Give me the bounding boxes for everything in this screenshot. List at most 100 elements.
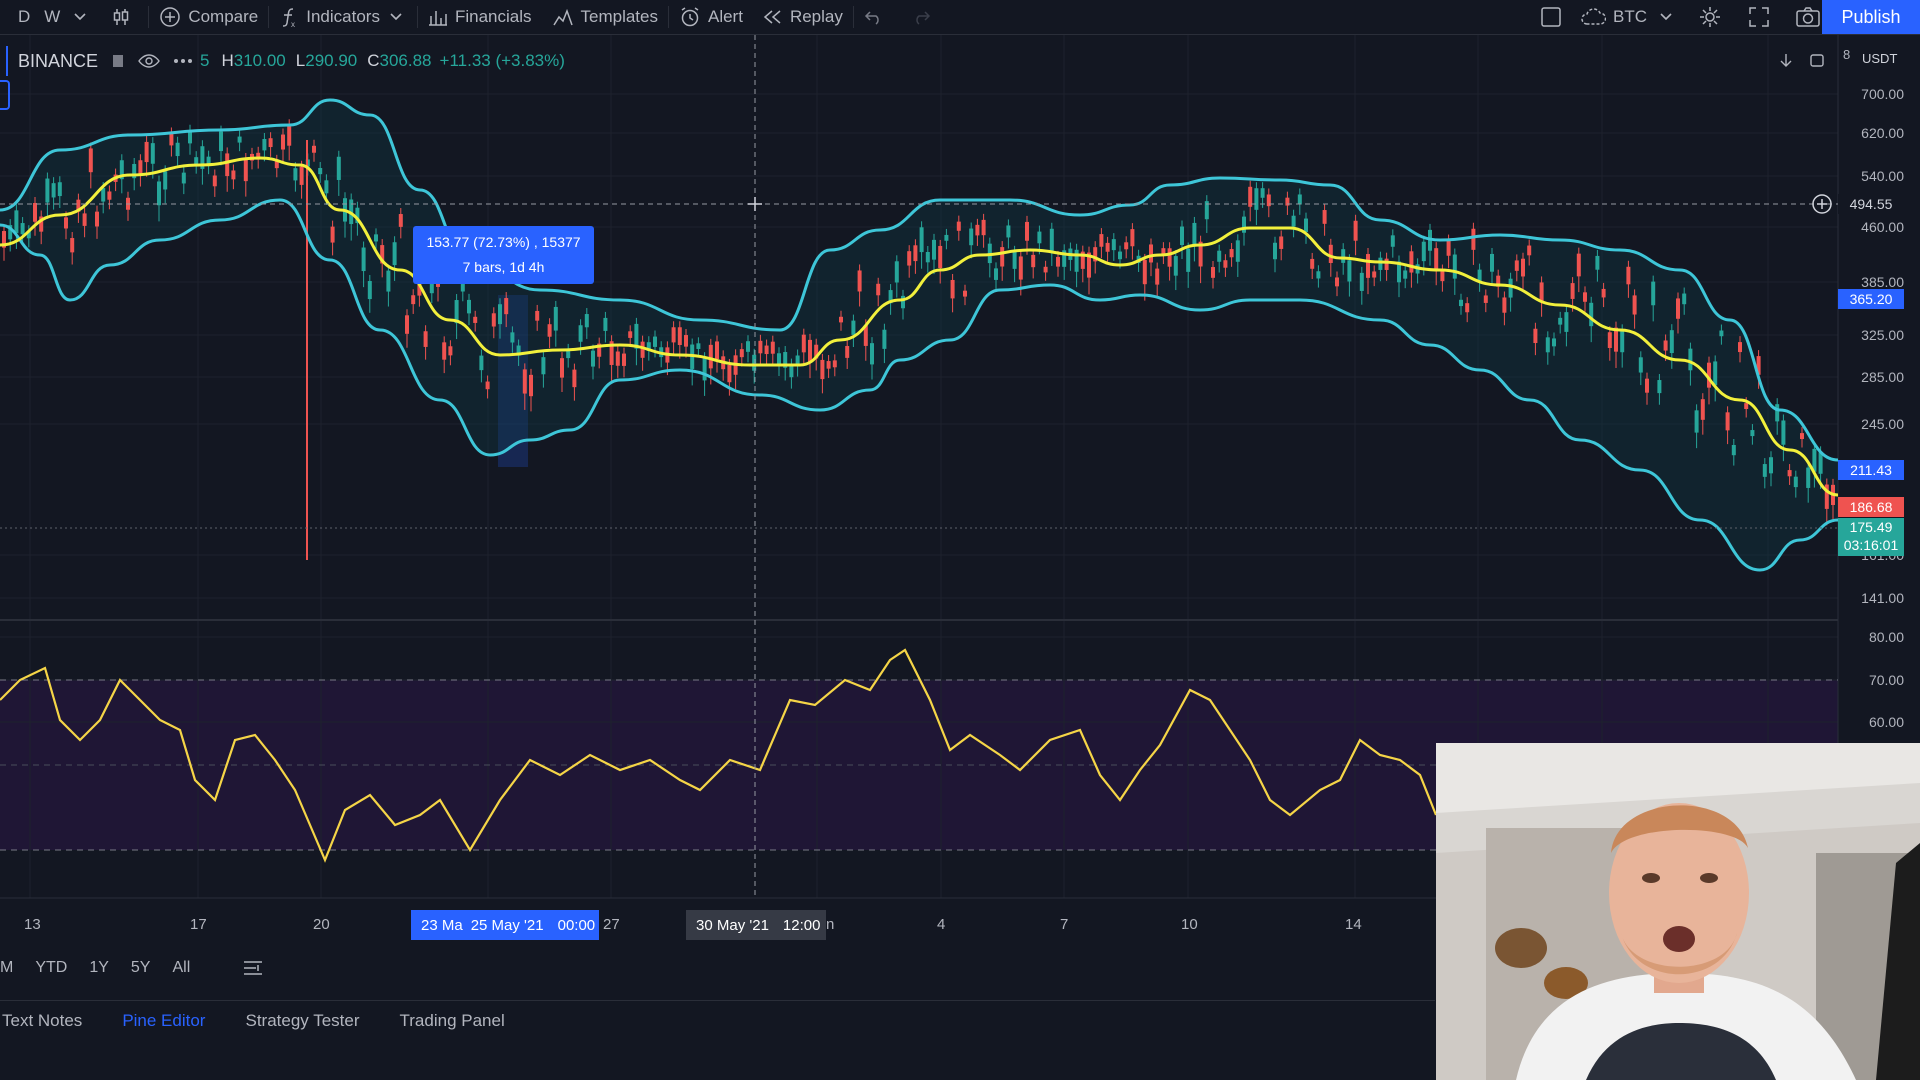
tab-trading-panel[interactable]: Trading Panel [400,1011,505,1031]
candle-body [770,341,775,354]
webcam-video-frame [1436,743,1920,1080]
date-range-icon[interactable] [242,959,264,977]
candle-body [1514,260,1519,271]
candle-body [1180,226,1184,246]
candle-body [181,172,186,184]
candle-body [764,345,769,355]
candle-body [485,381,490,390]
tab-text-notes[interactable]: Text Notes [2,1011,82,1031]
candle-body [1328,244,1333,263]
candle-body [1521,258,1525,277]
candle-body [1558,317,1563,325]
candle-body [1576,253,1581,277]
candle-body [1167,248,1172,267]
candle-body [1700,399,1705,420]
candle-body [336,156,341,180]
candle-body [1074,249,1079,272]
candle-body [1682,293,1687,305]
candle-body [374,234,378,242]
candle-body [14,210,19,234]
candle-body [870,343,874,365]
candle-body [312,145,316,153]
candle-body [1130,229,1135,247]
candle-body [1434,248,1439,270]
candle-body [1731,444,1736,456]
candle-body [82,213,87,226]
candle-body [950,279,955,299]
candle-body [1725,412,1730,431]
candle-body [144,141,149,163]
candle-body [591,350,595,367]
candle-body [820,359,825,380]
candle-body [956,221,961,231]
candle-body [925,251,930,263]
candle-body [157,181,161,206]
candle-body [219,131,223,152]
flag-icon[interactable] [110,53,126,69]
candle-body [88,148,93,173]
candle-body [572,369,577,388]
candle-body [473,316,478,323]
candle-body [1403,270,1408,279]
candle-body [1099,234,1104,247]
webcam-overlay [1436,743,1920,1080]
exchange-label[interactable]: BINANCE [18,51,98,72]
candle-body [553,306,558,331]
candle-body [969,228,974,246]
candle-body [1409,251,1414,273]
candle-body [243,158,248,182]
candle-body [1601,288,1606,298]
candle-body [1769,457,1773,474]
candle-body [1800,433,1804,440]
candle-body [1818,452,1823,474]
candle-body [963,290,967,297]
candle-body [578,325,583,342]
eye-icon[interactable] [138,53,160,69]
range-5y-button[interactable]: 5Y [131,959,151,977]
candle-body [1006,225,1011,238]
crosshair-date-chip: 30 May '21 12:00 [686,910,826,940]
candle-body [361,247,366,272]
more-options-icon[interactable] [172,57,194,65]
candle-body [1719,330,1724,337]
candle-body [1273,242,1277,260]
bottom-panel-tabs: Text Notes Pine Editor Strategy Tester T… [0,1000,1435,1041]
candle-body [51,183,56,198]
crosshair-date: 30 May '21 [696,916,769,934]
candle-body [510,332,515,343]
candle-body [1186,248,1191,272]
range-all-button[interactable]: All [172,959,190,977]
legend-collapse-handle[interactable] [0,80,10,110]
candle-body [615,351,620,366]
candle-body [832,360,837,368]
candle-body [622,353,626,366]
rsi-axis-label: 70.00 [1868,672,1904,688]
candle-body [1645,378,1649,393]
candle-body [491,313,496,327]
measure-tooltip: 153.77 (72.73%) , 15377 7 bars, 1d 4h [413,226,594,284]
candle-body [1105,242,1110,252]
candle-body [826,361,831,369]
range-m-button[interactable]: M [0,959,13,977]
range-ytd-button[interactable]: YTD [35,959,67,977]
candle-body [560,358,564,378]
candle-body [1335,277,1339,287]
candle-body [708,344,713,369]
candle-body [1025,221,1029,241]
legend-close-value: 306.88 [379,51,432,70]
crosshair-time: 12:00 [782,916,821,934]
tab-strategy-tester[interactable]: Strategy Tester [245,1011,359,1031]
tab-pine-editor[interactable]: Pine Editor [122,1011,205,1031]
candle-body [1142,259,1147,285]
candle-body [529,374,533,397]
bar-countdown: 03:16:01 [1843,537,1899,553]
candle-body [801,334,806,353]
measure-end-date: 25 May '21 [470,916,544,934]
candle-body [1762,464,1767,477]
candle-body [541,357,546,375]
candle-body [225,153,230,177]
candle-body [1620,330,1625,353]
candle-body [1750,430,1755,437]
range-1y-button[interactable]: 1Y [89,959,109,977]
candle-body [919,227,924,253]
